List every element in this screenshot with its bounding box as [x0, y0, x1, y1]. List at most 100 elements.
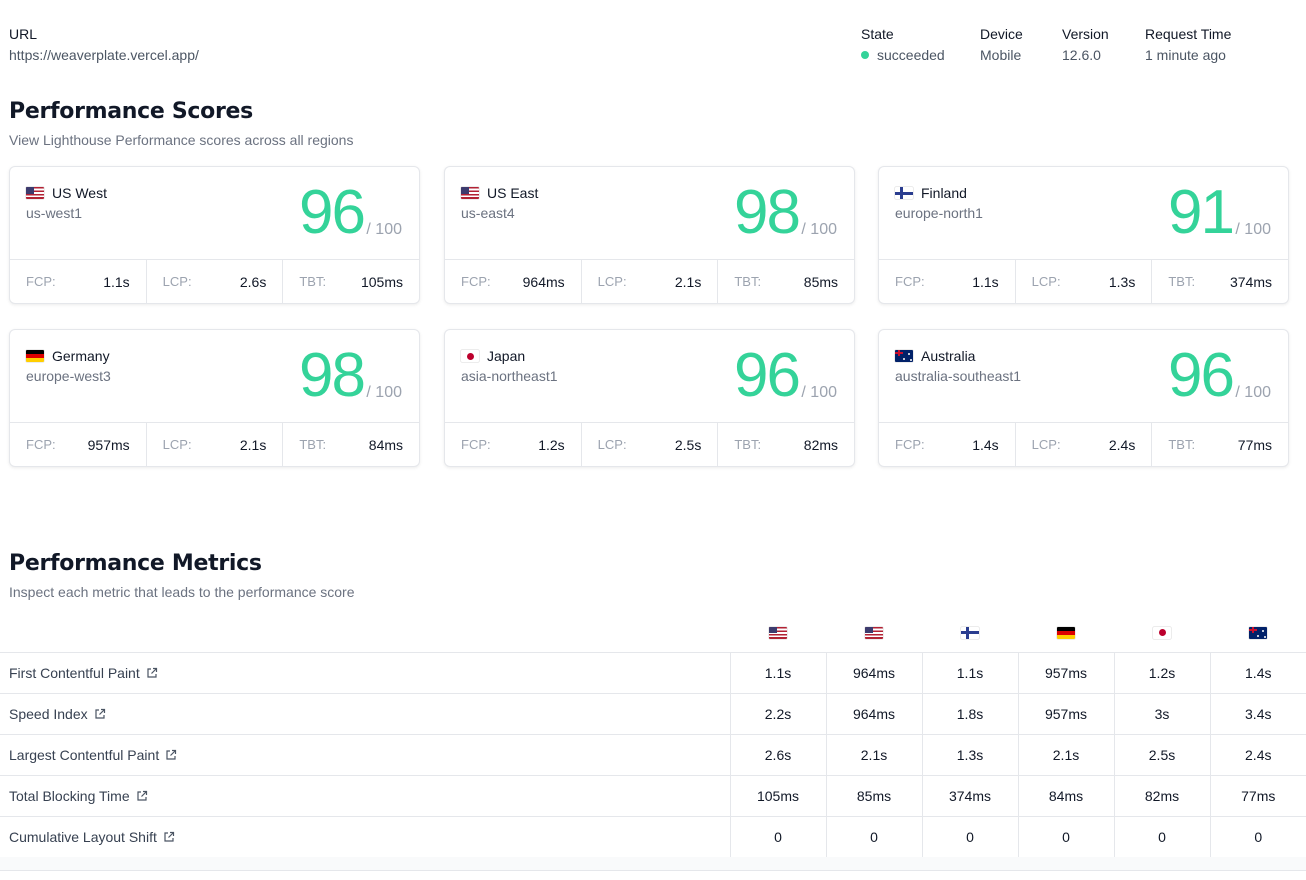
lcp-cell: LCP: 2.1s: [580, 260, 718, 303]
score-card-metrics: FCP: 1.1s LCP: 1.3s TBT: 374ms: [879, 259, 1288, 303]
request-time-label: Request Time: [1145, 26, 1232, 42]
score-card-header: Australia australia-southeast1 96 / 100: [879, 330, 1288, 423]
region-id: us-east4: [461, 205, 515, 221]
fcp-label: FCP:: [461, 274, 491, 289]
region-name: Finland: [895, 185, 967, 201]
request-time-value: 1 minute ago: [1145, 47, 1226, 63]
lcp-label: LCP:: [162, 274, 192, 289]
region-name: Germany: [26, 348, 110, 364]
tbt-cell: TBT: 82ms: [717, 423, 854, 466]
metric-value: 0: [1017, 815, 1114, 858]
external-link-icon[interactable]: [88, 706, 106, 722]
metric-value: 0: [921, 815, 1018, 858]
state-label: State: [861, 26, 894, 42]
lcp-label: LCP:: [597, 274, 627, 289]
score-card-header: Japan asia-northeast1 96 / 100: [445, 330, 854, 423]
external-link-icon[interactable]: [159, 747, 177, 763]
status-dot-icon: [861, 51, 869, 59]
lcp-label: LCP:: [1031, 437, 1061, 452]
url-label: URL: [9, 26, 38, 42]
fcp-value: 1.4s: [972, 436, 999, 453]
version-value: 12.6.0: [1062, 47, 1101, 63]
metric-value: 82ms: [1113, 774, 1210, 816]
metric-name-label: Speed Index: [9, 705, 88, 722]
metric-name[interactable]: Speed Index: [0, 692, 730, 734]
performance-score: 96: [1168, 341, 1235, 410]
score-out-of: / 100: [1235, 221, 1271, 238]
region-name: US West: [26, 185, 107, 201]
region-id: asia-northeast1: [461, 368, 558, 384]
metric-name[interactable]: Cumulative Layout Shift: [0, 815, 730, 858]
metric-value: 1.3s: [921, 733, 1018, 775]
metric-value: 1.1s: [729, 651, 826, 693]
device-value: Mobile: [980, 47, 1022, 63]
metric-value: 3s: [1113, 692, 1210, 734]
score-card-metrics: FCP: 964ms LCP: 2.1s TBT: 85ms: [445, 259, 854, 303]
table-row: Total Blocking Time 105ms 85ms 374ms 84ms 82m…: [0, 774, 1306, 816]
metric-name[interactable]: Largest Contentful Paint: [0, 733, 730, 775]
state-block: State succeeded: [861, 26, 945, 63]
region-column-header: [922, 610, 1018, 652]
score-card[interactable]: Japan asia-northeast1 96 / 100 FCP: 1.2s …: [444, 329, 855, 467]
device-block: Device Mobile: [980, 26, 1023, 63]
version-label: Version: [1062, 26, 1109, 42]
score-out-of: / 100: [366, 384, 402, 401]
score-card-header: Finland europe-north1 91 / 100: [879, 167, 1288, 260]
australia-flag-icon: [895, 350, 913, 362]
tbt-label: TBT:: [734, 437, 762, 452]
metrics-subtitle: Inspect each metric that leads to the pe…: [9, 584, 355, 600]
tbt-label: TBT:: [299, 437, 327, 452]
metric-value: 84ms: [1017, 774, 1114, 816]
score-card[interactable]: Australia australia-southeast1 96 / 100 …: [878, 329, 1289, 467]
fcp-value: 964ms: [522, 273, 565, 290]
lcp-label: LCP:: [162, 437, 192, 452]
metric-value: 2.1s: [825, 733, 922, 775]
state-value: succeeded: [877, 47, 945, 63]
request-time-block: Request Time 1 minute ago: [1145, 26, 1231, 63]
region-column-header: [1114, 610, 1210, 652]
metrics-table-header: [0, 610, 1306, 652]
metric-value: 0: [1113, 815, 1210, 858]
report-header: URL https://weaverplate.vercel.app/ Stat…: [9, 26, 1306, 66]
device-label: Device: [980, 26, 1023, 42]
metric-name-label: Cumulative Layout Shift: [9, 828, 157, 845]
fcp-cell: FCP: 964ms: [445, 260, 581, 303]
tbt-cell: TBT: 374ms: [1151, 260, 1288, 303]
metric-value: 2.5s: [1113, 733, 1210, 775]
url-value[interactable]: https://weaverplate.vercel.app/: [9, 47, 199, 63]
fcp-label: FCP:: [895, 437, 925, 452]
lcp-cell: LCP: 2.5s: [580, 423, 718, 466]
region-name-label: US West: [52, 185, 107, 201]
metric-value: 2.1s: [1017, 733, 1114, 775]
lcp-cell: LCP: 2.1s: [145, 423, 283, 466]
fcp-value: 1.1s: [972, 273, 999, 290]
us-flag-icon: [461, 187, 479, 199]
external-link-icon[interactable]: [157, 829, 175, 845]
score-card[interactable]: US East us-east4 98 / 100 FCP: 964ms LCP:…: [444, 166, 855, 304]
metric-value: 0: [825, 815, 922, 858]
fcp-cell: FCP: 1.1s: [10, 260, 146, 303]
score-card[interactable]: Germany europe-west3 98 / 100 FCP: 957ms …: [9, 329, 420, 467]
fcp-value: 957ms: [87, 436, 130, 453]
metric-value: 1.4s: [1209, 651, 1306, 693]
score-card-metrics: FCP: 1.1s LCP: 2.6s TBT: 105ms: [10, 259, 419, 303]
metric-value: 964ms: [825, 692, 922, 734]
japan-flag-icon: [461, 350, 479, 362]
region-column-header: [1018, 610, 1114, 652]
score-card[interactable]: Finland europe-north1 91 / 100 FCP: 1.1s …: [878, 166, 1289, 304]
score-card-metrics: FCP: 1.2s LCP: 2.5s TBT: 82ms: [445, 422, 854, 466]
external-link-icon[interactable]: [130, 788, 148, 804]
metric-name[interactable]: First Contentful Paint: [0, 651, 730, 693]
external-link-icon[interactable]: [140, 665, 158, 681]
lcp-value: 2.5s: [674, 436, 702, 453]
metric-value: 964ms: [825, 651, 922, 693]
score-card[interactable]: US West us-west1 96 / 100 FCP: 1.1s LCP: 2…: [9, 166, 420, 304]
performance-score: 96: [734, 341, 801, 410]
metric-name[interactable]: Total Blocking Time: [0, 774, 730, 816]
tbt-value: 84ms: [368, 436, 404, 453]
performance-score: 98: [299, 341, 366, 410]
lcp-value: 2.4s: [1108, 436, 1136, 453]
table-row: Cumulative Layout Shift 0 0 0 0 0 0: [0, 815, 1306, 858]
score-out-of: / 100: [1235, 384, 1271, 401]
region-name: Japan: [461, 348, 525, 364]
